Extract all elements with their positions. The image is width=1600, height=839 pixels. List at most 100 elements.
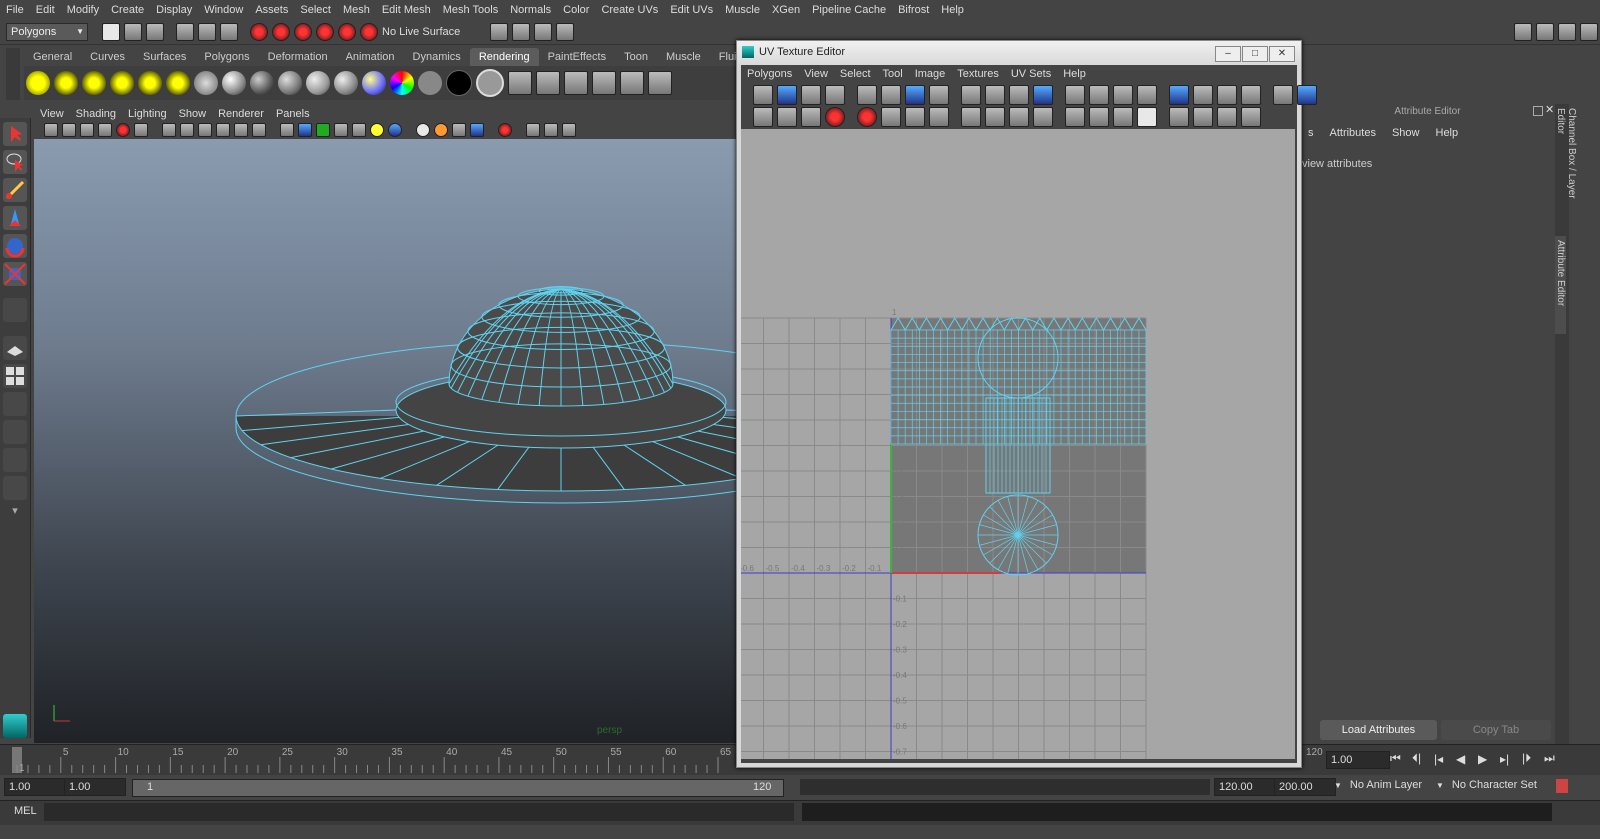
grid-uv-icon[interactable] (1089, 85, 1109, 105)
perspective-viewport[interactable]: persp (34, 139, 736, 743)
persp-graph-hypershade-layout-icon[interactable] (3, 476, 27, 500)
blinn-shader-icon[interactable] (222, 71, 246, 95)
distortion-icon[interactable] (1273, 85, 1293, 105)
uv-menu-polygons[interactable]: Polygons (741, 65, 798, 83)
camera-attributes-icon[interactable] (62, 123, 76, 137)
isolate-select-icon[interactable] (498, 123, 512, 137)
anim-layer-selector[interactable]: ▼ No Anim Layer (1334, 779, 1422, 791)
add-to-isolate-icon[interactable] (857, 107, 877, 127)
snap-point-icon[interactable] (294, 23, 312, 41)
step-forward-frame-icon[interactable]: |⏵ (1522, 751, 1544, 766)
uv-menu-image[interactable]: Image (909, 65, 952, 83)
make-live-icon[interactable] (360, 23, 378, 41)
select-by-component-icon[interactable] (220, 23, 238, 41)
menu-color[interactable]: Color (557, 0, 595, 20)
attr-menu-attributes[interactable]: Attributes (1322, 124, 1384, 142)
film-gate-icon[interactable] (134, 123, 148, 137)
align-max-v-icon[interactable] (1065, 85, 1085, 105)
hypershade-icon[interactable] (620, 71, 644, 95)
playback-start-field[interactable]: 1.00 (64, 778, 126, 796)
align-min-u-icon[interactable] (985, 85, 1005, 105)
ramp-shader-icon[interactable] (362, 71, 386, 95)
menu-bifrost[interactable]: Bifrost (892, 0, 935, 20)
menu-create[interactable]: Create (105, 0, 150, 20)
single-perspective-layout-icon[interactable] (3, 336, 27, 360)
rotate-cw-icon[interactable] (905, 85, 925, 105)
render-frame-icon[interactable] (512, 23, 531, 41)
align-max-u-icon[interactable] (1009, 85, 1029, 105)
snap-grid-icon[interactable] (250, 23, 268, 41)
tab-toon[interactable]: Toon (615, 48, 657, 66)
close-panel-icon[interactable]: ✕ (1545, 103, 1554, 116)
uv-move-icon[interactable] (777, 85, 797, 105)
select-by-hierarchy-icon[interactable] (176, 23, 194, 41)
uv-menu-tool[interactable]: Tool (877, 65, 909, 83)
start-time-field[interactable]: 1.00 (4, 778, 66, 796)
safe-title-icon[interactable] (234, 123, 248, 137)
tab-animation[interactable]: Animation (337, 48, 404, 66)
chevron-down-icon[interactable]: ▾ (3, 504, 27, 518)
uv-menu-textures[interactable]: Textures (951, 65, 1005, 83)
rotate-tool-icon[interactable] (3, 234, 27, 258)
multisample-icon[interactable] (452, 123, 466, 137)
menu-help[interactable]: Help (935, 0, 970, 20)
xray-joints-icon[interactable] (544, 123, 558, 137)
character-set-selector[interactable]: ▼ No Character Set (1436, 779, 1537, 791)
render-view-icon[interactable] (508, 71, 532, 95)
field-chart-icon[interactable] (198, 123, 212, 137)
menu-create-uvs[interactable]: Create UVs (595, 0, 664, 20)
attr-menu-show[interactable]: Show (1384, 124, 1428, 142)
uv-channels-icon[interactable] (1065, 107, 1085, 127)
uv-select-icon[interactable] (753, 85, 773, 105)
menu-mesh[interactable]: Mesh (337, 0, 376, 20)
lasso-tool-icon[interactable] (3, 150, 27, 174)
hud-icon[interactable] (252, 123, 266, 137)
attr-menu-s[interactable]: s (1300, 124, 1322, 142)
shade-uv-icon[interactable] (1241, 85, 1261, 105)
grid-toggle-icon[interactable] (116, 123, 130, 137)
four-view-layout-icon[interactable] (3, 364, 27, 388)
float-panel-icon[interactable] (1533, 106, 1543, 116)
shadows-icon[interactable] (370, 123, 384, 137)
anisotropic-shader-icon[interactable] (334, 71, 358, 95)
persp-hypershade-layout-icon[interactable] (3, 448, 27, 472)
play-forwards-icon[interactable]: ▶ (1478, 752, 1500, 766)
step-back-frame-icon[interactable]: ⏴| (1412, 751, 1434, 766)
exposure-icon[interactable] (1193, 107, 1213, 127)
input-ops-icon[interactable] (490, 23, 509, 41)
menu-select[interactable]: Select (294, 0, 337, 20)
menu-edit-mesh[interactable]: Edit Mesh (376, 0, 437, 20)
uv-lattice-icon[interactable] (777, 107, 797, 127)
grid-toggle-icon[interactable] (1193, 85, 1213, 105)
surface-shader-icon[interactable] (418, 71, 442, 95)
copy-tab-button[interactable]: Copy Tab (1441, 720, 1551, 740)
open-scene-icon[interactable] (124, 23, 142, 41)
toggle-isolate-icon[interactable] (825, 107, 845, 127)
use-all-lights-icon[interactable] (352, 123, 366, 137)
tab-deformation[interactable]: Deformation (259, 48, 337, 66)
smooth-shade-icon[interactable] (298, 123, 312, 137)
ipr-render-icon[interactable] (534, 23, 553, 41)
rgb-channels-icon[interactable] (1137, 107, 1157, 127)
tab-surfaces[interactable]: Surfaces (134, 48, 195, 66)
point-light-icon[interactable] (82, 71, 106, 95)
straighten-icon[interactable] (985, 107, 1005, 127)
persp-graph-layout-icon[interactable] (3, 420, 27, 444)
pixel-snap-icon[interactable] (1217, 85, 1237, 105)
tab-painteffects[interactable]: PaintEffects (539, 48, 616, 66)
gate-mask-icon[interactable] (180, 123, 194, 137)
tab-polygons[interactable]: Polygons (195, 48, 258, 66)
step-forward-key-icon[interactable]: ▸| (1500, 752, 1522, 766)
phonge-shader-icon[interactable] (306, 71, 330, 95)
render-current-icon[interactable] (536, 71, 560, 95)
snap-curve-icon[interactable] (272, 23, 290, 41)
uv-menu-uv-sets[interactable]: UV Sets (1005, 65, 1057, 83)
checker-icon[interactable] (1169, 85, 1189, 105)
menu-muscle[interactable]: Muscle (719, 0, 766, 20)
safe-action-icon[interactable] (216, 123, 230, 137)
area-light-icon[interactable] (138, 71, 162, 95)
tab-general[interactable]: General (24, 48, 81, 66)
maximize-icon[interactable]: □ (1242, 46, 1268, 62)
new-scene-icon[interactable] (102, 23, 120, 41)
viewport-menu-view[interactable]: View (34, 105, 70, 123)
